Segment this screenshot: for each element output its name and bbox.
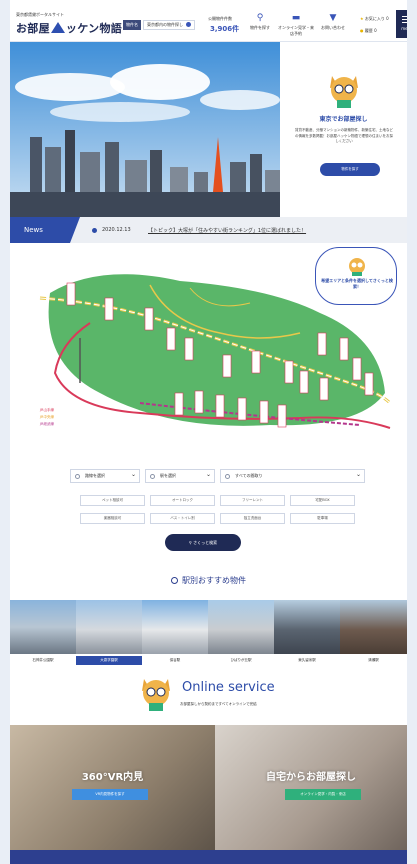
legend-yamanote: JR山手線 bbox=[40, 408, 54, 412]
online-card[interactable]: 自宅からお部屋探し オンライン見学・内覧・来店 bbox=[215, 725, 407, 850]
history-link[interactable]: ● 履歴 0 bbox=[360, 28, 377, 34]
vr-card-title: 360°VR内見 bbox=[81, 772, 144, 783]
history-label: 履歴 bbox=[364, 28, 373, 33]
callout-text: 希望エリアと条件を選択してさくっと検索！ bbox=[321, 278, 393, 289]
layout-select-value: すべての間取り bbox=[235, 473, 263, 478]
station-label[interactable]: 石神井公園駅 bbox=[10, 656, 76, 665]
filter-chip[interactable]: フリーレント bbox=[220, 495, 285, 506]
menu-button[interactable]: menu bbox=[396, 10, 407, 38]
station-photo[interactable] bbox=[340, 600, 407, 654]
station-map-section: 希望エリアと条件を選択してさくっと検索！ JR山手線 JR中央線 JR総武線 路… bbox=[10, 243, 407, 593]
station-photo-strip: 石神井公園駅 大泉学園駅 保谷駅 ひばりが丘駅 東久留米駅 清瀬駅 bbox=[10, 600, 407, 665]
contact-label: お問い合わせ bbox=[321, 25, 345, 30]
site-header: 東京都賃貸ポータルサイト お部屋 ッケン物語 物件名 東京都内の物件探し 公開物件… bbox=[10, 0, 407, 42]
logo-tagline: 東京都賃貸ポータルサイト bbox=[16, 12, 64, 17]
station-photo[interactable] bbox=[10, 600, 76, 654]
filter-chip[interactable]: ペット相談可 bbox=[80, 495, 145, 506]
station-photo[interactable] bbox=[142, 600, 208, 654]
filter-chip[interactable]: 独立洗面台 bbox=[220, 513, 285, 524]
news-date: 2020.12.13 bbox=[102, 227, 131, 233]
promo-title: 東京でお部屋探し bbox=[319, 116, 368, 123]
line-radio-icon bbox=[75, 474, 80, 479]
station-label[interactable]: 保谷駅 bbox=[142, 656, 208, 665]
filter-chip[interactable]: バス・トイレ別 bbox=[150, 513, 215, 524]
station-photo[interactable] bbox=[274, 600, 340, 654]
station-select[interactable]: 駅を選択 bbox=[145, 469, 215, 483]
station-label[interactable]: 清瀬駅 bbox=[340, 656, 407, 665]
filter-chip[interactable]: 宅配BOX bbox=[290, 495, 355, 506]
news-bar: News 2020.12.13 【トピック】大塚が「住みやすい街ランキング」1位… bbox=[10, 217, 407, 243]
hero-cityscape-image bbox=[10, 42, 280, 217]
promo-text: 賃貸不動産、分譲マンションの新築物件、新築住宅、土地などの情報を多数掲載！お部屋… bbox=[295, 128, 393, 143]
hero-promo-panel: 東京でお部屋探し 賃貸不動産、分譲マンションの新築物件、新築住宅、土地などの情報… bbox=[280, 42, 407, 217]
station-label-active[interactable]: 大泉学園駅 bbox=[76, 656, 142, 665]
find-property-label: 物件を探す bbox=[250, 25, 270, 30]
news-link[interactable]: 【トピック】大塚が「住みやすい街ランキング」1位に選ばれました！ bbox=[148, 227, 306, 234]
right-gutter bbox=[407, 0, 417, 864]
station-photo[interactable] bbox=[208, 600, 274, 654]
vr-card[interactable]: 360°VR内見 VR内見物件を探す bbox=[10, 725, 215, 850]
line-select-value: 路線を選択 bbox=[85, 473, 105, 478]
clock-icon: ● bbox=[360, 28, 364, 33]
mail-icon: ▼ bbox=[329, 13, 337, 23]
map-callout: 希望エリアと条件を選択してさくっと検索！ bbox=[315, 247, 397, 305]
logo-mark-icon bbox=[50, 22, 65, 33]
station-photo[interactable] bbox=[76, 600, 142, 654]
footer-bar bbox=[10, 850, 407, 864]
station-section-heading: 駅別おすすめ物件 bbox=[10, 575, 407, 586]
online-title: Online service bbox=[182, 680, 275, 695]
listing-count-label: 公開物件件数 bbox=[208, 16, 232, 21]
online-service-section: Online service お部屋探しから契約まですべてオンラインで完結 bbox=[10, 665, 407, 725]
favorites-label: お気に入り bbox=[364, 16, 385, 21]
legend-chuo: JR中央線 bbox=[40, 415, 54, 419]
layout-select[interactable]: すべての間取り bbox=[220, 469, 365, 483]
news-bullet-icon bbox=[92, 228, 97, 233]
site-logo[interactable]: お部屋 ッケン物語 bbox=[16, 20, 122, 36]
carousel-dots[interactable] bbox=[290, 207, 370, 222]
promo-find-button[interactable]: 物件を探す bbox=[320, 163, 380, 176]
quick-search-button[interactable]: ⚲ さくっと検索 bbox=[165, 534, 241, 551]
search-icon: ⚲ bbox=[256, 13, 264, 23]
online-card-button[interactable]: オンライン見学・内覧・来店 bbox=[285, 789, 361, 800]
main-content: 東京都賃貸ポータルサイト お部屋 ッケン物語 物件名 東京都内の物件探し 公開物件… bbox=[10, 0, 407, 864]
magnifier-icon bbox=[171, 577, 178, 584]
filter-chip[interactable]: オートロック bbox=[150, 495, 215, 506]
logo-text-b: ッケン物語 bbox=[65, 22, 123, 35]
logo-text-a: お部屋 bbox=[16, 22, 50, 35]
online-viewing-label: オンライン見学・来店予約 bbox=[278, 25, 314, 36]
contact-link[interactable]: ▼ お問い合わせ bbox=[315, 14, 351, 31]
filter-chip[interactable]: 楽器相談可 bbox=[80, 513, 145, 524]
station-heading-text: 駅別おすすめ物件 bbox=[182, 576, 246, 585]
line-select[interactable]: 路線を選択 bbox=[70, 469, 140, 483]
legend-sobu: JR総武線 bbox=[40, 422, 54, 426]
star-icon: ★ bbox=[360, 16, 364, 21]
monitor-icon: ▬ bbox=[291, 13, 301, 23]
layout-radio-icon bbox=[225, 474, 230, 479]
online-viewing-link[interactable]: ▬ オンライン見学・来店予約 bbox=[278, 14, 314, 37]
station-select-value: 駅を選択 bbox=[160, 473, 176, 478]
favorites-link[interactable]: ★ お気に入り 0 bbox=[360, 16, 389, 22]
page: 東京都賃貸ポータルサイト お部屋 ッケン物語 物件名 東京都内の物件探し 公開物件… bbox=[0, 0, 417, 864]
filter-chip[interactable]: 駐車場 bbox=[290, 513, 355, 524]
news-tag: News bbox=[10, 217, 80, 243]
cityscape-svg bbox=[10, 42, 280, 217]
station-label[interactable]: 東久留米駅 bbox=[274, 656, 340, 665]
search-type-chip[interactable]: 物件名 bbox=[123, 20, 141, 30]
listing-count-value: 3,906件 bbox=[210, 25, 240, 33]
vr-card-button[interactable]: VR内見物件を探す bbox=[72, 789, 148, 800]
history-count: 0 bbox=[374, 28, 377, 33]
cat-mascot-icon bbox=[330, 76, 358, 108]
online-subtitle: お部屋探しから契約まですべてオンラインで完結 bbox=[180, 702, 257, 706]
map-legend: JR山手線 JR中央線 JR総武線 bbox=[40, 407, 54, 428]
station-radio-icon bbox=[150, 474, 155, 479]
cat-mascot-small-icon bbox=[349, 258, 365, 276]
left-gutter bbox=[0, 0, 10, 864]
search-go-icon[interactable] bbox=[186, 22, 191, 27]
online-card-title: 自宅からお部屋探し bbox=[266, 772, 356, 783]
quick-search-label: さくっと検索 bbox=[193, 540, 218, 545]
cat-mascot-icon bbox=[142, 679, 170, 711]
favorites-count: 0 bbox=[386, 16, 389, 21]
station-label[interactable]: ひばりが丘駅 bbox=[208, 656, 274, 665]
find-property-link[interactable]: ⚲ 物件を探す bbox=[242, 14, 278, 31]
